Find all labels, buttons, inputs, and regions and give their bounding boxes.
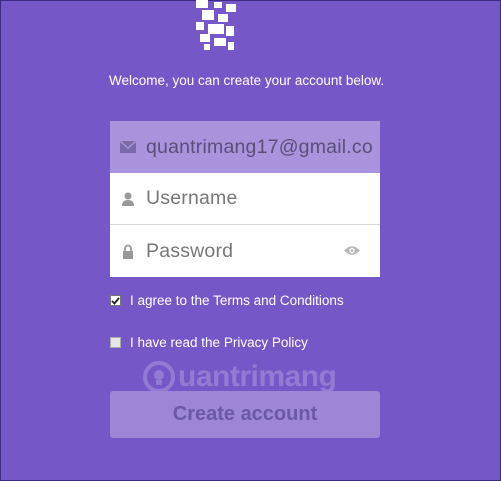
welcome-message: Welcome, you can create your account bel… <box>109 73 385 88</box>
privacy-label: I have read the Privacy Policy <box>130 335 308 350</box>
password-placeholder: Password <box>146 239 234 262</box>
signup-form: quantrimang17@gmail.com Username Passwor… <box>110 121 380 277</box>
email-field[interactable]: quantrimang17@gmail.com <box>110 121 380 173</box>
checkmark-icon <box>111 296 120 305</box>
envelope-icon <box>110 141 146 153</box>
terms-label: I agree to the Terms and Conditions <box>130 293 344 308</box>
create-account-button[interactable]: Create account <box>110 391 380 438</box>
terms-row: I agree to the Terms and Conditions <box>110 293 344 308</box>
privacy-row: I have read the Privacy Policy <box>110 335 308 350</box>
password-field[interactable]: Password <box>110 225 380 277</box>
terms-checkbox[interactable] <box>110 295 121 306</box>
watermark: uantrimang <box>142 360 337 394</box>
show-password-icon[interactable] <box>344 243 360 261</box>
email-value: quantrimang17@gmail.com <box>146 135 374 158</box>
watermark-logo-icon <box>143 361 175 393</box>
username-field[interactable]: Username <box>110 173 380 225</box>
lock-icon <box>110 244 146 259</box>
watermark-text: uantrimang <box>178 360 337 393</box>
username-placeholder: Username <box>146 187 238 209</box>
privacy-checkbox[interactable] <box>110 337 121 348</box>
brand-logo <box>196 0 236 52</box>
user-icon <box>110 192 146 206</box>
